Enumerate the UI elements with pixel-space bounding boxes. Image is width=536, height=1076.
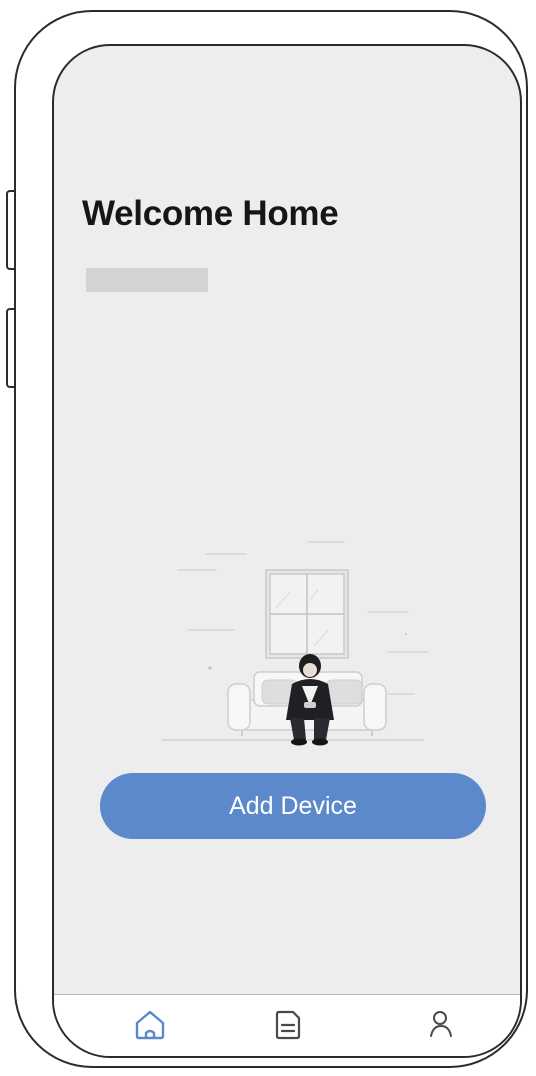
empty-room-illustration (162, 541, 428, 746)
phone-mockup: Welcome Home Add Device (0, 0, 536, 1076)
bottom-tab-bar (54, 994, 520, 1056)
home-icon (135, 1010, 165, 1040)
subtitle-placeholder (86, 268, 208, 292)
user-icon (430, 1011, 452, 1037)
add-device-label: Add Device (229, 791, 357, 820)
page-title: Welcome Home (82, 194, 339, 233)
person-illustration (286, 654, 334, 746)
app-screen: Welcome Home Add Device (52, 44, 522, 1058)
document-icon (275, 1010, 301, 1040)
add-device-button[interactable]: Add Device (100, 773, 486, 839)
tab-records[interactable] (266, 1005, 310, 1045)
tab-home[interactable] (128, 1005, 172, 1045)
window-icon (265, 569, 349, 659)
phone-frame: Welcome Home Add Device (14, 10, 528, 1068)
tab-profile[interactable] (420, 1005, 464, 1045)
